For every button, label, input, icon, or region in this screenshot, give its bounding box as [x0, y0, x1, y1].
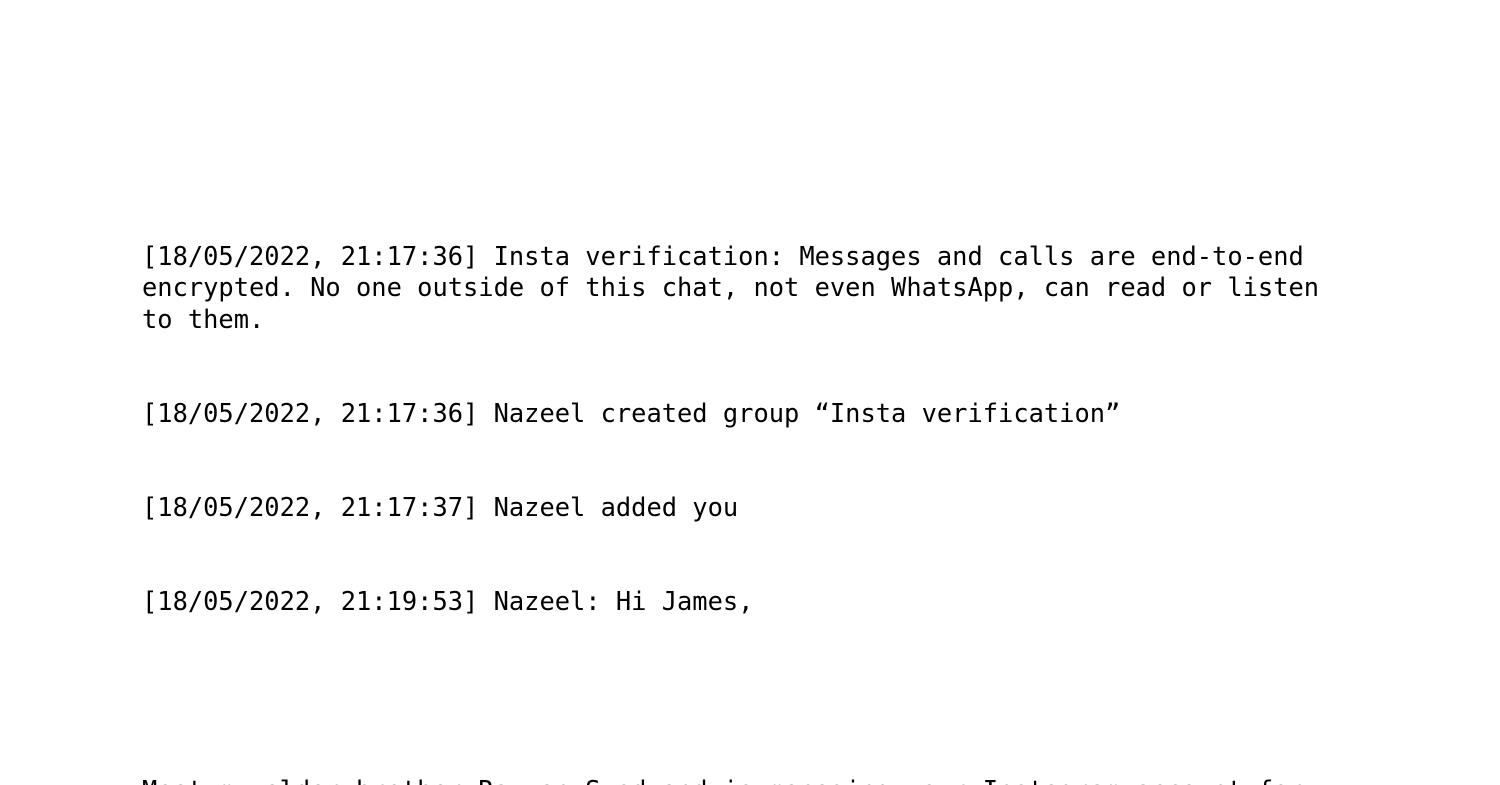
chat-line: [18/05/2022, 21:17:36] Insta verificatio… — [142, 240, 1335, 334]
document-page: [18/05/2022, 21:17:36] Insta verificatio… — [0, 0, 1500, 785]
chat-line: [18/05/2022, 21:17:37] Nazeel added you — [142, 492, 739, 523]
chat-line: [18/05/2022, 21:17:36] Nazeel created gr… — [142, 397, 1121, 428]
chat-line-blank — [142, 681, 1362, 712]
chat-line: [18/05/2022, 21:19:53] Nazeel: Hi James, — [142, 586, 754, 617]
chat-transcript: [18/05/2022, 21:17:36] Insta verificatio… — [142, 178, 1362, 785]
chat-line: Meet my elder brother Rayyan Syed and is… — [142, 775, 1362, 785]
